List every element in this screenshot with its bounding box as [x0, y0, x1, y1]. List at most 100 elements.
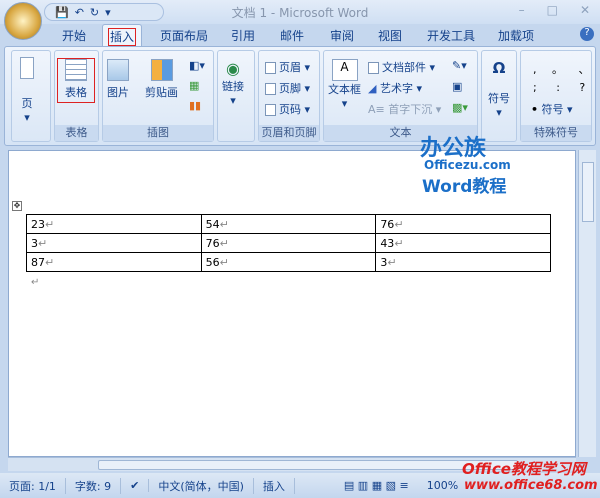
tab-references[interactable]: 引用: [231, 27, 255, 44]
group-text: A 文本框 ▾ 文档部件 ▾ ◢ 艺术字 ▾ A≡ 首字下沉 ▾ ✎▾ ▣ ▩▾ 文…: [323, 50, 478, 142]
wordart-label: 艺术字: [379, 82, 413, 95]
word-count[interactable]: 字数: 9: [66, 477, 122, 494]
ribbon-tabs: 开始 插入 页面布局 引用 邮件 审阅 视图 开发工具 加载项 ?: [0, 24, 600, 47]
group-illustrations-label: 插图: [103, 125, 213, 141]
footer-button[interactable]: 页脚 ▾: [265, 80, 310, 96]
symbol-button[interactable]: Ω 符号 ▾: [488, 59, 510, 119]
watermark-url: www.office68.com: [464, 478, 598, 493]
language[interactable]: 中文(简体，中国): [149, 477, 254, 494]
table-cell[interactable]: 87↵: [26, 252, 202, 272]
tab-review[interactable]: 审阅: [330, 27, 354, 44]
dropcap-label: 首字下沉: [388, 103, 433, 116]
page-label: 页: [21, 97, 33, 110]
textbox-icon: A: [331, 59, 358, 81]
tab-insert-label: 插入: [107, 28, 137, 46]
picture-button[interactable]: 图片: [107, 59, 129, 100]
table-cell[interactable]: 23↵: [26, 214, 202, 234]
wordart-icon: ◢: [368, 82, 380, 95]
table-icon: [65, 59, 87, 81]
special-symbol-button[interactable]: • 符号 ▾: [531, 101, 573, 117]
textbox-button[interactable]: A 文本框 ▾: [328, 59, 361, 110]
object-icon[interactable]: ▩▾: [452, 101, 468, 114]
chart-icon[interactable]: ▮▮: [189, 99, 201, 112]
quick-parts-button[interactable]: 文档部件 ▾: [368, 59, 435, 75]
clipart-label: 剪贴画: [145, 86, 178, 99]
group-table-label: 表格: [55, 125, 98, 141]
insert-mode[interactable]: 插入: [254, 477, 295, 494]
special-symbol-label: 符号: [541, 103, 564, 116]
page-icon: [20, 57, 34, 79]
table-cell[interactable]: 3↵: [375, 252, 551, 272]
globe-icon: ◉: [226, 59, 240, 78]
group-illustrations: 图片 剪贴画 ◧▾ ▦ ▮▮ 插图: [102, 50, 214, 142]
zoom-level[interactable]: 100%: [418, 479, 467, 492]
wordart-button[interactable]: ◢ 艺术字 ▾: [368, 80, 422, 96]
scroll-thumb[interactable]: [582, 162, 594, 222]
clipart-button[interactable]: 剪贴画: [145, 59, 178, 100]
omega-icon: Ω: [492, 59, 506, 77]
symbol-label: 符号: [488, 92, 510, 105]
picture-label: 图片: [107, 86, 129, 99]
textbox-label: 文本框: [328, 83, 361, 96]
table-cell[interactable]: 76↵: [375, 214, 551, 234]
save-icon[interactable]: 💾: [55, 6, 69, 19]
proofing-icon[interactable]: ✔: [121, 479, 150, 492]
group-header-footer: 页眉 ▾ 页脚 ▾ 页码 ▾ 页眉和页脚: [258, 50, 320, 142]
tab-addins[interactable]: 加载项: [498, 27, 534, 44]
page-button[interactable]: 页 ▾: [20, 57, 34, 124]
tab-page-layout[interactable]: 页面布局: [160, 27, 208, 44]
header-button[interactable]: 页眉 ▾: [265, 59, 310, 75]
table-cell[interactable]: 3↵: [26, 233, 202, 253]
table-move-handle[interactable]: ✥: [12, 201, 22, 211]
dropcap-button[interactable]: A≡ 首字下沉 ▾: [368, 101, 441, 117]
footer-label: 页脚: [279, 82, 301, 95]
tab-insert[interactable]: 插入: [102, 24, 143, 47]
links-button[interactable]: ◉ 链接 ▾: [222, 59, 244, 107]
page-number-button[interactable]: 页码 ▾: [265, 101, 310, 117]
watermark-office: Office教程学习网: [462, 460, 586, 478]
table-cell[interactable]: 76↵: [200, 233, 377, 253]
data-table: 23↵ 54↵ 76↵ 3↵ 76↵ 43↵ 87↵ 56↵ 3↵: [26, 214, 551, 272]
table-cell[interactable]: 56↵: [200, 252, 377, 272]
clipart-icon: [150, 59, 173, 81]
shapes-icon[interactable]: ◧▾: [189, 59, 205, 72]
undo-icon[interactable]: ↶: [75, 6, 84, 19]
redo-icon[interactable]: ↻: [90, 6, 99, 19]
office-button[interactable]: [4, 2, 42, 40]
smartart-icon[interactable]: ▦: [189, 79, 199, 92]
table-row: 87↵ 56↵ 3↵: [26, 252, 551, 272]
group-special-symbols-label: 特殊符号: [521, 125, 591, 141]
quick-access-toolbar: 💾 ↶ ↻ ▾: [44, 3, 164, 21]
table-cell[interactable]: 43↵: [375, 233, 551, 253]
special-symbols-row2[interactable]: ; : ?: [533, 81, 593, 94]
h-scroll-thumb[interactable]: [98, 460, 518, 470]
close-button[interactable]: ✕: [580, 3, 590, 17]
group-special-symbols: , 。 、 ; : ? • 符号 ▾ 特殊符号: [520, 50, 592, 142]
tab-home[interactable]: 开始: [62, 27, 86, 44]
special-symbols-row1[interactable]: , 。 、: [533, 61, 596, 77]
customize-qat-icon[interactable]: ▾: [105, 6, 111, 19]
ribbon: 页 ▾ 表格 表格 图片 剪贴画 ◧▾ ▦ ▮▮ 插图 ◉ 链接 ▾ 页眉 ▾ 页脚 …: [4, 46, 596, 146]
maximize-button[interactable]: □: [547, 3, 558, 17]
table-row: 3↵ 76↵ 43↵: [26, 233, 551, 253]
minimize-button[interactable]: –: [519, 3, 525, 17]
table-button[interactable]: 表格: [57, 58, 95, 103]
tab-developer[interactable]: 开发工具: [427, 27, 475, 44]
signature-line-icon[interactable]: ✎▾: [452, 59, 467, 72]
group-header-footer-label: 页眉和页脚: [259, 125, 319, 141]
watermark-word: Word教程: [422, 177, 507, 197]
table-cell[interactable]: 54↵: [200, 214, 377, 234]
page-number-label: 页码: [279, 103, 301, 116]
help-icon[interactable]: ?: [580, 27, 594, 41]
group-symbols: Ω 符号 ▾: [481, 50, 517, 142]
header-label: 页眉: [279, 61, 301, 74]
vertical-scrollbar[interactable]: [578, 150, 596, 457]
tab-view[interactable]: 视图: [378, 27, 402, 44]
group-pages: 页 ▾: [11, 50, 51, 142]
quick-parts-label: 文档部件: [382, 61, 426, 74]
tab-mailings[interactable]: 邮件: [280, 27, 304, 44]
view-buttons[interactable]: ▤ ▥ ▦ ▧ ≡: [335, 479, 418, 492]
page-count[interactable]: 页面: 1/1: [0, 477, 66, 494]
date-time-icon[interactable]: ▣: [452, 80, 462, 93]
header-icon: [265, 62, 276, 74]
